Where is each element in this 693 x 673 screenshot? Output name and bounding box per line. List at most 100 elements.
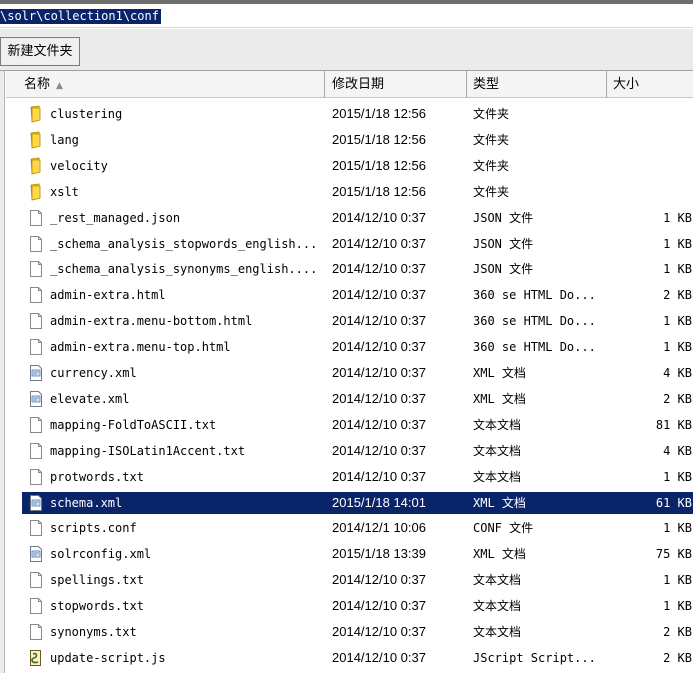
- file-date: 2015/1/18 12:56: [332, 131, 426, 147]
- file-type: JSON 文件: [473, 210, 534, 225]
- column-header-type-label: 类型: [473, 77, 500, 92]
- file-row[interactable]: _rest_managed.json 2014/12/10 0:37 JSON 文件…: [22, 207, 693, 229]
- file-date: 2015/1/18 14:01: [332, 494, 426, 510]
- file-name: spellings.txt: [50, 573, 144, 588]
- file-row[interactable]: admin-extra.html 2014/12/10 0:37 360 se HT…: [22, 284, 693, 306]
- file-type: 文件夹: [473, 107, 510, 121]
- column-header-size[interactable]: 大小: [607, 71, 693, 98]
- file-size: 2 KB: [663, 391, 692, 406]
- file-row[interactable]: currency.xml 2014/12/10 0:37 XML 文档 4 KB: [22, 362, 693, 384]
- file-name: update-script.js: [50, 650, 166, 665]
- file-name: admin-extra.menu-top.html: [50, 340, 231, 355]
- column-header-name[interactable]: 名称 ▲: [18, 71, 324, 98]
- file-type: 文本文档: [473, 443, 522, 458]
- file-row[interactable]: _schema_analysis_stopwords_english... 201…: [22, 233, 693, 255]
- file-row[interactable]: xslt 2015/1/18 12:56 文件夹: [22, 181, 693, 203]
- file-row[interactable]: synonyms.txt 2014/12/10 0:37 文本文档 2 KB: [22, 621, 693, 643]
- file-date: 2014/12/10 0:37: [332, 442, 426, 458]
- file-name: currency.xml: [50, 366, 137, 380]
- file-date: 2014/12/10 0:37: [332, 365, 426, 380]
- xml-file-icon: [28, 390, 44, 408]
- file-date: 2014/12/10 0:37: [332, 390, 426, 406]
- file-date: 2014/12/10 0:37: [332, 649, 426, 665]
- file-name: scripts.conf: [50, 521, 137, 536]
- folder-icon: [28, 157, 44, 175]
- file-row[interactable]: lang 2015/1/18 12:56 文件夹: [22, 129, 693, 151]
- text-file-icon: [28, 442, 44, 460]
- file-type: XML 文档: [473, 391, 526, 406]
- file-type: CONF 文件: [473, 521, 534, 536]
- file-row[interactable]: stopwords.txt 2014/12/10 0:37 文本文档 1 KB: [22, 595, 693, 617]
- file-row[interactable]: update-script.js 2014/12/10 0:37 JScript S…: [22, 647, 693, 669]
- file-name: mapping-ISOLatin1Accent.txt: [50, 443, 246, 458]
- file-type: XML 文档: [473, 366, 526, 380]
- file-type: 文件夹: [473, 132, 510, 147]
- column-header-date-label: 修改日期: [332, 77, 385, 92]
- file-type: JSON 文件: [473, 236, 534, 251]
- file-type: JSON 文件: [473, 262, 534, 277]
- address-bar[interactable]: \solr\collection1\conf: [0, 4, 693, 28]
- file-name: protwords.txt: [50, 469, 144, 484]
- sort-ascending-icon: ▲: [56, 81, 63, 91]
- file-size: 81 KB: [655, 417, 692, 432]
- file-name: xslt: [50, 184, 79, 199]
- file-type: XML 文档: [473, 547, 526, 562]
- file-row[interactable]: spellings.txt 2014/12/10 0:37 文本文档 1 KB: [22, 569, 693, 591]
- xml-file-icon: [28, 494, 44, 512]
- file-row[interactable]: clustering 2015/1/18 12:56 文件夹: [22, 103, 693, 125]
- file-name: clustering: [50, 107, 123, 121]
- file-size: 1 KB: [663, 469, 692, 484]
- column-header-type[interactable]: 类型: [467, 71, 607, 98]
- file-size: 1 KB: [663, 262, 692, 277]
- file-date: 2015/1/18 12:56: [332, 157, 426, 173]
- file-row[interactable]: protwords.txt 2014/12/10 0:37 文本文档 1 KB: [22, 466, 693, 488]
- file-date: 2015/1/18 13:39: [332, 546, 426, 562]
- file-name: _schema_analysis_synonyms_english....: [50, 262, 318, 277]
- file-name: velocity: [50, 158, 108, 173]
- file-size: 1 KB: [663, 340, 692, 355]
- file-size: 1 KB: [663, 314, 692, 329]
- text-file-icon: [28, 571, 44, 589]
- file-row[interactable]: admin-extra.menu-top.html 2014/12/10 0:37…: [22, 336, 693, 358]
- column-header-date[interactable]: 修改日期: [326, 71, 467, 98]
- file-row[interactable]: admin-extra.menu-bottom.html 2014/12/10 0…: [22, 310, 693, 332]
- file-date: 2014/12/10 0:37: [332, 468, 426, 484]
- file-icon: [28, 312, 44, 330]
- file-size: 61 KB: [655, 495, 692, 510]
- xml-file-icon: [28, 364, 44, 382]
- file-date: 2014/12/1 10:06: [332, 520, 426, 536]
- file-size: 1 KB: [663, 236, 692, 251]
- file-type: XML 文档: [473, 495, 526, 510]
- file-row[interactable]: solrconfig.xml 2015/1/18 13:39 XML 文档 75 KB: [22, 543, 693, 565]
- file-row[interactable]: velocity 2015/1/18 12:56 文件夹: [22, 155, 693, 177]
- file-row[interactable]: scripts.conf 2014/12/1 10:06 CONF 文件 1 KB: [22, 517, 693, 539]
- file-icon: [28, 260, 44, 278]
- toolbar: 新建文件夹: [0, 29, 693, 71]
- file-row[interactable]: mapping-ISOLatin1Accent.txt 2014/12/10 0:…: [22, 440, 693, 462]
- file-row[interactable]: _schema_analysis_synonyms_english.... 201…: [22, 258, 693, 280]
- folder-icon: [28, 105, 44, 123]
- address-path[interactable]: \solr\collection1\conf: [0, 9, 161, 24]
- file-size: 1 KB: [663, 521, 692, 536]
- file-date: 2014/12/10 0:37: [332, 416, 426, 432]
- file-icon: [28, 519, 44, 537]
- file-row[interactable]: mapping-FoldToASCII.txt 2014/12/10 0:37 文本…: [22, 414, 693, 436]
- file-size: 1 KB: [663, 210, 692, 225]
- column-divider[interactable]: [324, 71, 325, 98]
- file-type: 文本文档: [473, 625, 522, 639]
- file-type: 360 se HTML Do...: [473, 340, 596, 355]
- file-name: elevate.xml: [50, 391, 130, 406]
- file-name: solrconfig.xml: [50, 547, 152, 562]
- file-date: 2014/12/10 0:37: [332, 572, 426, 588]
- file-name: lang: [50, 132, 79, 147]
- new-folder-button[interactable]: 新建文件夹: [0, 37, 80, 66]
- file-name: admin-extra.menu-bottom.html: [50, 314, 253, 329]
- file-size: 1 KB: [663, 573, 692, 588]
- file-row[interactable]: schema.xml 2015/1/18 14:01 XML 文档 61 KB: [22, 491, 693, 514]
- file-date: 2015/1/18 12:56: [332, 106, 426, 121]
- file-name: _rest_managed.json: [50, 210, 181, 225]
- file-row[interactable]: elevate.xml 2014/12/10 0:37 XML 文档 2 KB: [22, 388, 693, 410]
- text-file-icon: [28, 416, 44, 434]
- folder-icon: [28, 183, 44, 201]
- file-name: schema.xml: [50, 495, 123, 510]
